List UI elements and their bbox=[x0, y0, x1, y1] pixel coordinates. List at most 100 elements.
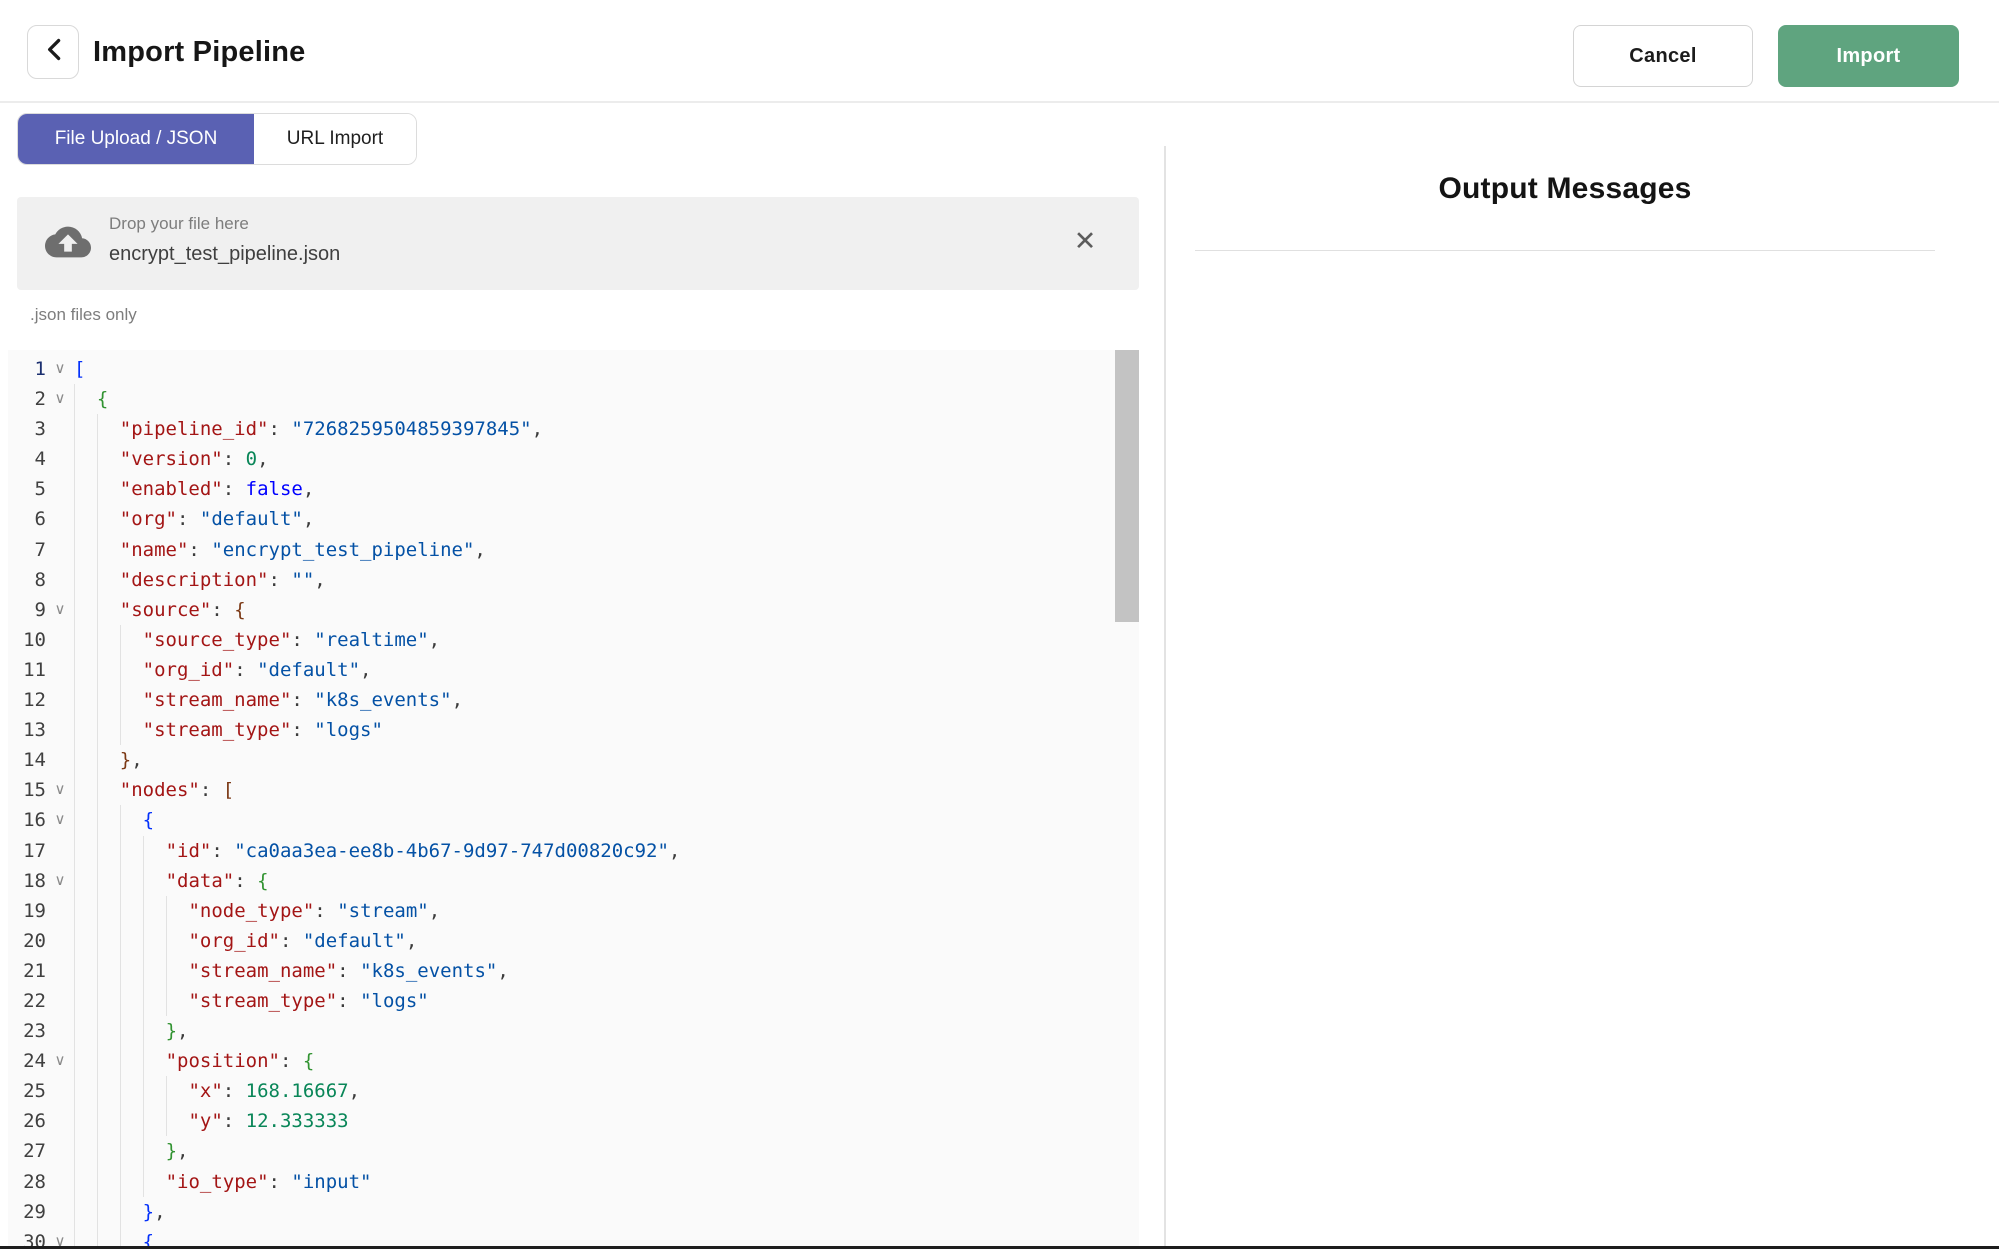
code-line[interactable]: 24∨"position": { bbox=[8, 1046, 1139, 1076]
fold-chevron-icon[interactable]: ∨ bbox=[46, 354, 74, 384]
indent-guide bbox=[74, 474, 97, 504]
line-number: 23 bbox=[8, 1016, 46, 1046]
fold-chevron-icon[interactable]: ∨ bbox=[46, 1227, 74, 1246]
code-text: "org_id": "default", bbox=[74, 926, 1139, 956]
fold-chevron-icon[interactable]: ∨ bbox=[46, 866, 74, 896]
code-text: }, bbox=[74, 745, 1139, 775]
indent-guide bbox=[74, 1136, 97, 1166]
cloud-upload-icon bbox=[45, 219, 91, 270]
indent-guide bbox=[74, 625, 97, 655]
line-number: 24 bbox=[8, 1046, 46, 1076]
code-line[interactable]: 7"name": "encrypt_test_pipeline", bbox=[8, 535, 1139, 565]
code-line[interactable]: 27}, bbox=[8, 1136, 1139, 1166]
code-text: "org_id": "default", bbox=[74, 655, 1139, 685]
import-button[interactable]: Import bbox=[1778, 25, 1959, 87]
indent-guide bbox=[74, 685, 97, 715]
fold-chevron-icon[interactable]: ∨ bbox=[46, 384, 74, 414]
indent-guide bbox=[120, 655, 143, 685]
code-line[interactable]: 2∨{ bbox=[8, 384, 1139, 414]
indent-guide bbox=[74, 775, 97, 805]
indent-guide bbox=[143, 926, 166, 956]
indent-guide bbox=[143, 836, 166, 866]
indent-guide bbox=[74, 444, 97, 474]
indent-guide bbox=[143, 986, 166, 1016]
panel-divider bbox=[1164, 146, 1166, 1246]
page-title: Import Pipeline bbox=[93, 36, 305, 69]
indent-guide bbox=[74, 595, 97, 625]
code-line[interactable]: 21"stream_name": "k8s_events", bbox=[8, 956, 1139, 986]
fold-chevron-icon[interactable]: ∨ bbox=[46, 1046, 74, 1076]
fold-spacer bbox=[46, 956, 74, 986]
code-line[interactable]: 10"source_type": "realtime", bbox=[8, 625, 1139, 655]
code-line[interactable]: 5"enabled": false, bbox=[8, 474, 1139, 504]
code-line[interactable]: 14}, bbox=[8, 745, 1139, 775]
indent-guide bbox=[120, 1197, 143, 1227]
remove-file-button[interactable]: ✕ bbox=[1065, 221, 1105, 261]
indent-guide bbox=[120, 1167, 143, 1197]
line-number: 9 bbox=[8, 595, 46, 625]
code-line[interactable]: 19"node_type": "stream", bbox=[8, 896, 1139, 926]
code-line[interactable]: 11 "org_id": "default", bbox=[8, 655, 1139, 685]
code-line[interactable]: 30∨{ bbox=[8, 1227, 1139, 1246]
code-line[interactable]: 6"org": "default", bbox=[8, 504, 1139, 534]
indent-guide bbox=[166, 956, 189, 986]
indent-guide bbox=[74, 836, 97, 866]
indent-guide bbox=[120, 715, 143, 745]
code-line[interactable]: 26"y": 12.333333 bbox=[8, 1106, 1139, 1136]
file-dropzone[interactable]: Drop your file here encrypt_test_pipelin… bbox=[17, 197, 1139, 290]
code-line[interactable]: 15∨"nodes": [ bbox=[8, 775, 1139, 805]
code-line[interactable]: 8"description": "", bbox=[8, 565, 1139, 595]
indent-guide bbox=[97, 565, 120, 595]
indent-guide bbox=[74, 1106, 97, 1136]
line-number: 22 bbox=[8, 986, 46, 1016]
code-line[interactable]: 9∨"source": { bbox=[8, 595, 1139, 625]
fold-chevron-icon[interactable]: ∨ bbox=[46, 775, 74, 805]
code-line[interactable]: 1∨[ bbox=[8, 354, 1139, 384]
indent-guide bbox=[120, 896, 143, 926]
indent-guide bbox=[143, 1076, 166, 1106]
fold-spacer bbox=[46, 836, 74, 866]
indent-guide bbox=[74, 715, 97, 745]
json-code-editor[interactable]: 1∨[2∨{3"pipeline_id": "72682595048593978… bbox=[8, 350, 1139, 1246]
indent-guide bbox=[143, 1136, 166, 1166]
indent-guide bbox=[120, 926, 143, 956]
code-line[interactable]: 20"org_id": "default", bbox=[8, 926, 1139, 956]
code-line[interactable]: 4"version": 0, bbox=[8, 444, 1139, 474]
tab-file-upload-json[interactable]: File Upload / JSON bbox=[18, 114, 254, 164]
code-line[interactable]: 28"io_type": "input" bbox=[8, 1167, 1139, 1197]
back-button[interactable] bbox=[27, 25, 79, 79]
code-line[interactable]: 29}, bbox=[8, 1197, 1139, 1227]
code-line[interactable]: 16∨{ bbox=[8, 805, 1139, 835]
indent-guide bbox=[120, 956, 143, 986]
cancel-button[interactable]: Cancel bbox=[1573, 25, 1753, 87]
indent-guide bbox=[97, 595, 120, 625]
fold-spacer bbox=[46, 504, 74, 534]
code-text: { bbox=[74, 384, 1139, 414]
code-text: "version": 0, bbox=[74, 444, 1139, 474]
line-number: 1 bbox=[8, 354, 46, 384]
code-line[interactable]: 12"stream_name": "k8s_events", bbox=[8, 685, 1139, 715]
code-line[interactable]: 3"pipeline_id": "7268259504859397845", bbox=[8, 414, 1139, 444]
tab-url-import[interactable]: URL Import bbox=[254, 114, 416, 164]
header: Import Pipeline Cancel Import bbox=[0, 0, 1999, 103]
indent-guide bbox=[120, 1227, 143, 1246]
indent-guide bbox=[74, 805, 97, 835]
editor-scrollbar-thumb[interactable] bbox=[1115, 350, 1139, 622]
indent-guide bbox=[120, 1106, 143, 1136]
code-line[interactable]: 18∨"data": { bbox=[8, 866, 1139, 896]
fold-chevron-icon[interactable]: ∨ bbox=[46, 805, 74, 835]
line-number: 12 bbox=[8, 685, 46, 715]
code-text: "nodes": [ bbox=[74, 775, 1139, 805]
code-line[interactable]: 22"stream_type": "logs" bbox=[8, 986, 1139, 1016]
code-line[interactable]: 17"id": "ca0aa3ea-ee8b-4b67-9d97-747d008… bbox=[8, 836, 1139, 866]
indent-guide bbox=[97, 775, 120, 805]
indent-guide bbox=[120, 805, 143, 835]
code-line[interactable]: 13"stream_type": "logs" bbox=[8, 715, 1139, 745]
code-text: [ bbox=[74, 354, 1139, 384]
code-line[interactable]: 25"x": 168.16667, bbox=[8, 1076, 1139, 1106]
indent-guide bbox=[74, 745, 97, 775]
indent-guide bbox=[74, 1016, 97, 1046]
line-number: 11 bbox=[8, 655, 46, 685]
code-line[interactable]: 23}, bbox=[8, 1016, 1139, 1046]
fold-chevron-icon[interactable]: ∨ bbox=[46, 595, 74, 625]
